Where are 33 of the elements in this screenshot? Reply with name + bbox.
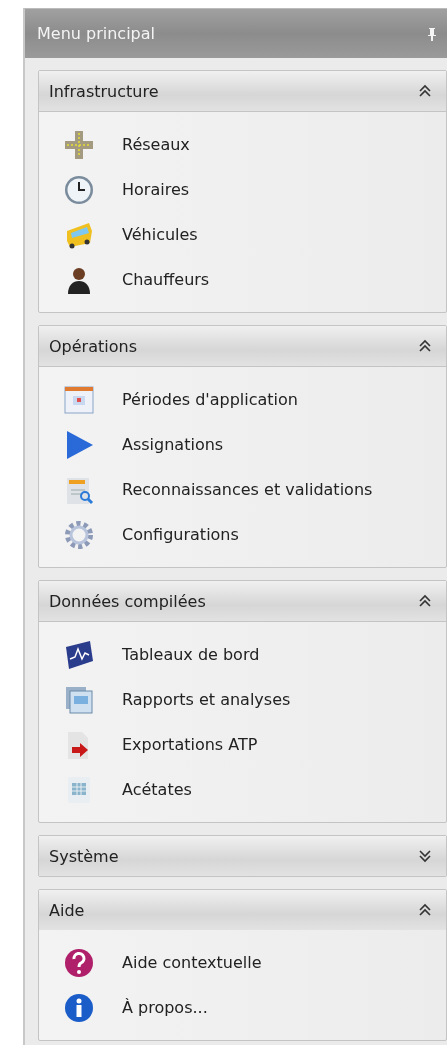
- menu-item[interactable]: Acétates: [122, 780, 192, 799]
- group-header[interactable]: Système: [39, 836, 446, 876]
- group-header[interactable]: Infrastructure: [39, 71, 446, 112]
- panel-title: Menu principal: [37, 24, 155, 43]
- menu-item[interactable]: Assignations: [122, 435, 224, 454]
- menu-item[interactable]: Tableaux de bord: [122, 645, 260, 664]
- expand-icon[interactable]: [418, 849, 432, 863]
- menu-item[interactable]: Configurations: [122, 525, 239, 544]
- menu-item[interactable]: Véhicules: [122, 225, 198, 244]
- menu-item[interactable]: Périodes d'application: [122, 390, 298, 409]
- pin-icon[interactable]: [427, 26, 437, 41]
- calendar-icon: [63, 383, 95, 416]
- menu-item[interactable]: Reconnaissances et validations: [122, 480, 373, 499]
- chart-icon: [63, 638, 95, 671]
- group-header[interactable]: Données compilées: [39, 581, 446, 622]
- road-crossing-icon: [63, 128, 95, 161]
- collapse-icon[interactable]: [418, 84, 432, 98]
- gear-icon: [63, 518, 95, 551]
- clock-icon: [63, 173, 95, 206]
- menu-item[interactable]: À propos...: [122, 998, 208, 1017]
- menu-item[interactable]: Réseaux: [122, 135, 190, 154]
- menu-item[interactable]: Aide contextuelle: [122, 953, 262, 972]
- collapse-icon[interactable]: [418, 594, 432, 608]
- group-header[interactable]: Aide: [39, 890, 446, 930]
- collapse-icon[interactable]: [418, 903, 432, 917]
- info-icon: [63, 991, 95, 1024]
- menu-item[interactable]: Rapports et analyses: [122, 690, 291, 709]
- menu-item[interactable]: Chauffeurs: [122, 270, 210, 289]
- menu-item[interactable]: Horaires: [122, 180, 190, 199]
- menu-item[interactable]: Exportations ATP: [122, 735, 258, 754]
- help-icon: [63, 946, 95, 979]
- collapse-icon[interactable]: [418, 339, 432, 353]
- group-header[interactable]: Opérations: [39, 326, 446, 367]
